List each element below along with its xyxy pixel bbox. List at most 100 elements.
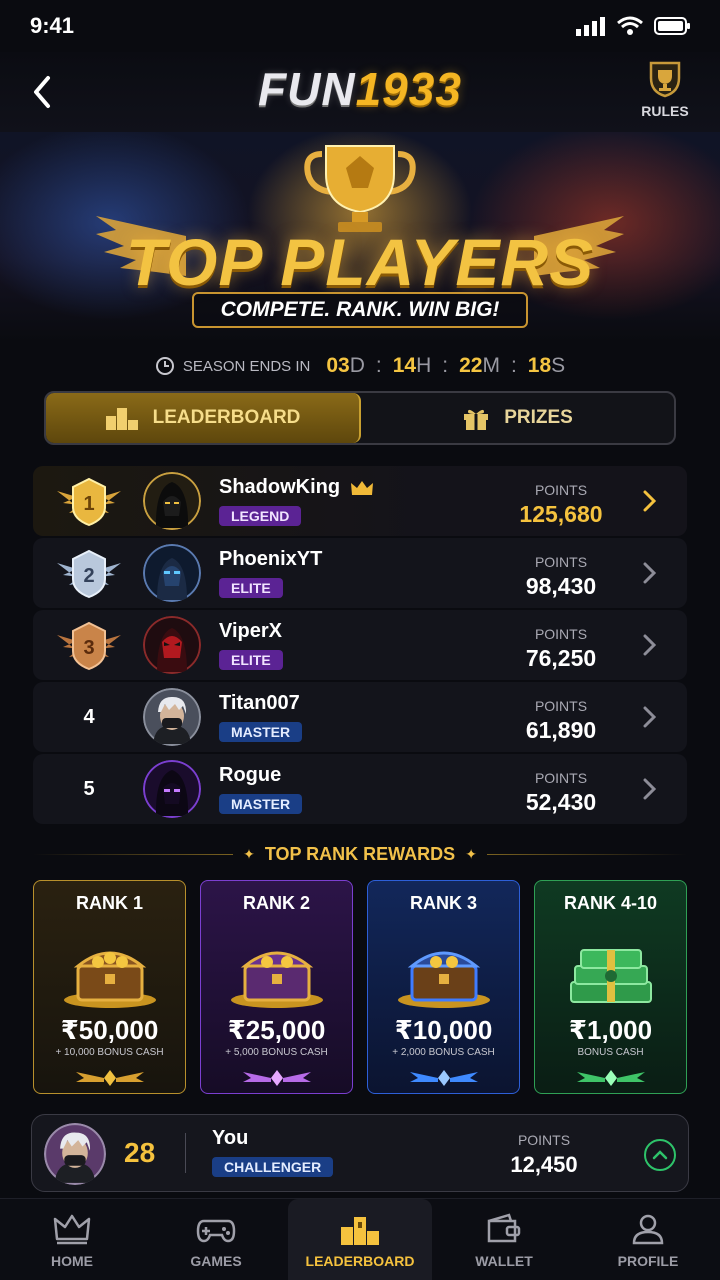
status-time: 9:41 xyxy=(30,13,75,38)
reward-bonus: + 10,000 BONUS CASH xyxy=(55,1047,164,1058)
reward-card-rank1[interactable]: RANK 1 ₹50,000 + 10,000 BONUS CASH xyxy=(33,880,186,1094)
system-icons xyxy=(576,15,692,37)
reward-card-rank3[interactable]: RANK 3 ₹10,000 + 2,000 BONUS CASH xyxy=(367,880,520,1094)
rewards-title: TOP RANK REWARDS xyxy=(264,843,456,864)
reward-amount: ₹25,000 xyxy=(227,1015,326,1045)
wing-emblem-icon xyxy=(201,1067,352,1089)
signal-icon xyxy=(576,17,605,36)
battery-icon xyxy=(654,17,690,35)
nav-games[interactable]: GAMES xyxy=(144,1199,288,1280)
tab-leaderboard-label: LEADERBOARD xyxy=(152,407,301,428)
treasure-chest-icon xyxy=(54,931,165,1015)
hooded-avatar-icon xyxy=(143,472,201,530)
reward-title: RANK 4-10 xyxy=(563,893,658,913)
nav-wallet[interactable]: WALLET xyxy=(432,1199,576,1280)
rank-medal-gold: 1 xyxy=(57,475,121,527)
nav-profile[interactable]: PROFILE xyxy=(576,1199,720,1280)
cash-stack-icon xyxy=(555,931,666,1015)
nav-games-label: GAMES xyxy=(190,1253,242,1269)
nav-home[interactable]: HOME xyxy=(0,1199,144,1280)
leaderboard-row[interactable]: 5 Rogue MASTER POINTS 52,430 xyxy=(33,754,687,824)
svg-text:2: 2 xyxy=(83,565,94,587)
treasure-chest-icon xyxy=(221,931,332,1015)
tier-badge: ELITE xyxy=(219,650,283,670)
player-name: Rogue xyxy=(219,764,282,786)
countdown-seconds: 18S xyxy=(527,354,566,377)
player-name: PhoenixYT xyxy=(219,548,323,570)
points-value: 76,250 xyxy=(525,645,597,671)
reward-bonus: + 2,000 BONUS CASH xyxy=(392,1047,495,1058)
nav-leaderboard[interactable]: LEADERBOARD xyxy=(288,1199,432,1280)
reward-amount: ₹50,000 xyxy=(60,1015,159,1045)
wing-emblem-icon xyxy=(535,1067,686,1089)
rank-number: 4 xyxy=(83,705,95,728)
tab-leaderboard[interactable]: LEADERBOARD xyxy=(46,393,361,443)
tier-badge: MASTER xyxy=(219,722,303,742)
leaderboard-row[interactable]: 4 Titan007 MASTER POINTS 61,890 xyxy=(33,682,687,752)
points-label: POINTS xyxy=(534,482,588,498)
silver-medal-icon: 2 xyxy=(57,549,121,599)
rules-button[interactable]: RULES xyxy=(638,60,692,119)
rank-medal-bronze: 3 xyxy=(57,619,121,671)
avatar xyxy=(143,544,201,602)
gamepad-icon xyxy=(196,1219,236,1243)
sparkle-icon: ✦ xyxy=(465,845,477,862)
chevron-up-icon xyxy=(652,1150,668,1160)
reward-amount: ₹10,000 xyxy=(394,1015,493,1045)
crown-icon xyxy=(53,1214,91,1245)
points-value: 125,680 xyxy=(519,501,603,527)
reward-title: RANK 3 xyxy=(409,893,477,913)
season-label: SEASON ENDS IN xyxy=(182,357,311,375)
rank-number: 5 xyxy=(83,777,95,800)
current-user-rank[interactable]: 28 You CHALLENGER POINTS 12,450 xyxy=(31,1114,689,1192)
bronze-medal-icon: 3 xyxy=(57,621,121,671)
leaderboard-row[interactable]: 3 ViperX ELITE POINTS 76,250 xyxy=(33,610,687,680)
rank-medal-silver: 2 xyxy=(57,547,121,599)
brand-logo: FUN1933 xyxy=(258,63,462,115)
masked-avatar-icon xyxy=(143,616,201,674)
svg-text:3: 3 xyxy=(83,637,94,659)
divider xyxy=(33,853,234,855)
tab-prizes[interactable]: PRIZES xyxy=(361,393,674,443)
points-label: POINTS xyxy=(534,770,588,786)
wallet-icon xyxy=(487,1213,521,1243)
leaderboard-list: 1 ShadowKing LEGEND POINTS 125,680 2 Pho… xyxy=(33,466,687,826)
sparkle-icon: ✦ xyxy=(243,845,255,862)
gold-medal-icon: 1 xyxy=(57,477,121,527)
reward-bonus: BONUS CASH xyxy=(577,1047,644,1058)
svg-text:1: 1 xyxy=(83,493,94,515)
reward-card-rank4-10[interactable]: RANK 4-10 ₹1,000 BONUS CASH xyxy=(534,880,687,1094)
countdown-hours: 14H xyxy=(392,354,432,377)
user-name: You xyxy=(212,1127,249,1149)
reward-amount: ₹1,000 xyxy=(568,1015,653,1045)
countdown-days: 03D xyxy=(326,354,365,377)
reward-cards: RANK 1 ₹50,000 + 10,000 BONUS CASH RANK … xyxy=(33,880,687,1094)
white-hair-avatar-icon xyxy=(44,1123,106,1185)
chevron-right-icon[interactable] xyxy=(637,702,661,732)
season-countdown: SEASON ENDS IN 03D : 14H : 22M : 18S xyxy=(0,348,720,384)
points-label: POINTS xyxy=(534,698,588,714)
chevron-right-icon[interactable] xyxy=(637,774,661,804)
trophy-shield-icon xyxy=(649,61,681,98)
clock-icon xyxy=(155,357,174,375)
expand-up-button[interactable] xyxy=(644,1139,676,1171)
tier-badge: CHALLENGER xyxy=(212,1157,334,1177)
reward-title: RANK 1 xyxy=(75,893,143,913)
chevron-right-icon[interactable] xyxy=(637,630,661,660)
rules-label: RULES xyxy=(641,103,689,119)
chevron-right-icon[interactable] xyxy=(637,558,661,588)
points-value: 61,890 xyxy=(525,717,597,743)
user-rank: 28 xyxy=(124,1137,156,1168)
player-name: ShadowKing xyxy=(219,476,374,499)
points-label: POINTS xyxy=(517,1132,571,1148)
trophy-icon xyxy=(304,145,416,232)
wing-emblem-icon xyxy=(368,1067,519,1089)
chevron-right-icon[interactable] xyxy=(637,486,661,516)
white-hair-avatar-icon xyxy=(143,688,201,746)
player-name: ViperX xyxy=(219,620,282,642)
reward-card-rank2[interactable]: RANK 2 ₹25,000 + 5,000 BONUS CASH xyxy=(200,880,353,1094)
leaderboard-row[interactable]: 1 ShadowKing LEGEND POINTS 125,680 xyxy=(33,466,687,536)
divider xyxy=(185,1133,186,1173)
leaderboard-row[interactable]: 2 PhoenixYT ELITE POINTS 98,430 xyxy=(33,538,687,608)
user-icon xyxy=(632,1214,664,1245)
